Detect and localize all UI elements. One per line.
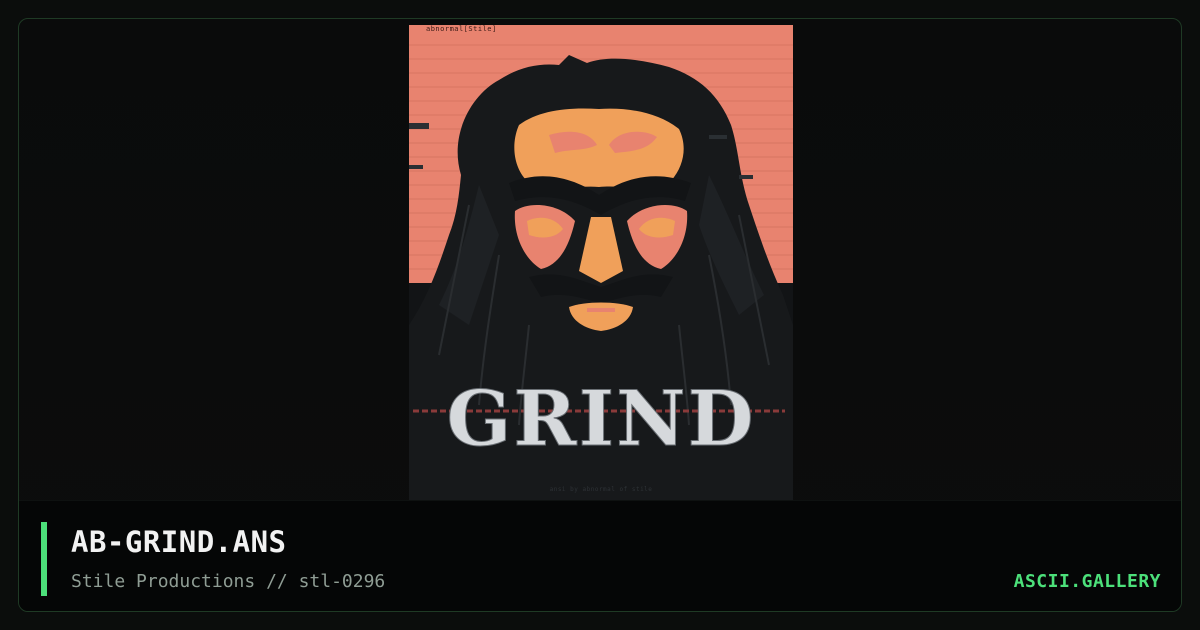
art-logo-outline: GRIND (447, 374, 756, 463)
card-frame: GRIND GRIND abnormal[Stile] ansi by abno… (18, 18, 1182, 612)
art-header-text: abnormal[Stile] (426, 25, 497, 33)
accent-bar (41, 522, 47, 596)
artwork-svg: GRIND GRIND (409, 25, 793, 501)
art-credit-text: ansi by abnormal of stile (549, 486, 653, 493)
file-subtitle: Stile Productions // stl-0296 (71, 571, 386, 592)
info-bar: AB-GRIND.ANS Stile Productions // stl-02… (19, 500, 1181, 611)
artwork-image: GRIND GRIND abnormal[Stile] ansi by abno… (409, 25, 793, 501)
file-title: AB-GRIND.ANS (71, 525, 287, 559)
brand-link[interactable]: ASCII.GALLERY (1014, 571, 1161, 592)
